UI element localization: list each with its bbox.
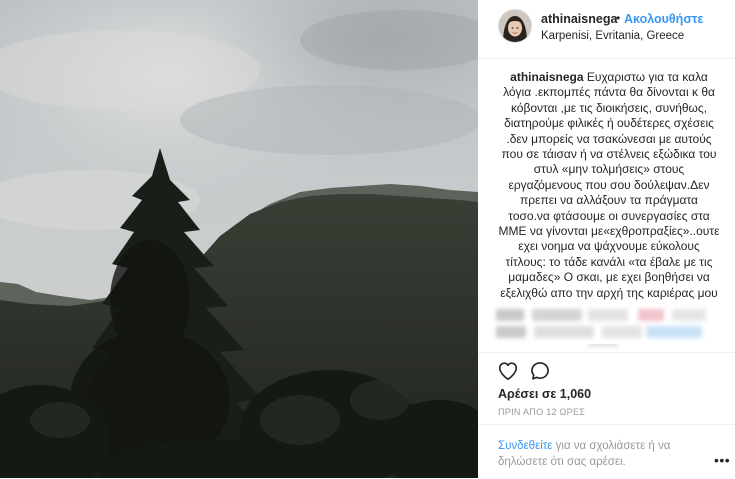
redacted-block [588, 344, 618, 347]
redacted-block [496, 309, 524, 321]
post-photo[interactable] [0, 0, 478, 478]
header-username[interactable]: athinaisnega [541, 12, 617, 26]
avatar[interactable] [498, 9, 532, 43]
follow-button[interactable]: Ακολουθήστε [624, 12, 703, 26]
post-caption: athinaisnega Ευχαριστω για τα καλα λόγια… [498, 70, 720, 302]
comment-bubble-icon[interactable] [529, 360, 551, 382]
login-prompt-text: Συνδεθείτε για να σχολιάσετε ή να δηλώσε… [498, 438, 703, 470]
redacted-block [672, 309, 706, 321]
landscape-image [0, 0, 478, 478]
avatar-image [499, 10, 531, 42]
post-side-panel: athinaisnega • Ακολουθήστε Karpenisi, Ev… [478, 0, 735, 478]
redacted-block [496, 326, 526, 338]
redacted-block [638, 309, 664, 321]
post-timestamp[interactable]: ΠΡΙΝ ΑΠΟ 12 ΩΡΕΣ [498, 407, 585, 417]
comments-more-cutoff [498, 344, 715, 352]
redacted-block [534, 326, 594, 338]
action-bar [478, 352, 735, 383]
login-prompt: Συνδεθείτε για να σχολιάσετε ή να δηλώσε… [478, 424, 735, 479]
redacted-comment [496, 309, 718, 323]
caption-username[interactable]: athinaisnega [510, 70, 583, 84]
separator-dot: • [616, 11, 621, 25]
redacted-comment [496, 326, 718, 340]
redacted-block [602, 326, 642, 338]
post-header: athinaisnega • Ακολουθήστε Karpenisi, Ev… [478, 0, 735, 59]
caption-text: Ευχαριστω για τα καλα λόγια .εκπομπές πά… [498, 70, 720, 302]
likes-count[interactable]: Αρέσει σε 1,060 [498, 387, 591, 401]
location-link[interactable]: Karpenisi, Evritania, Greece [541, 30, 684, 42]
redacted-block [532, 309, 582, 321]
like-heart-icon[interactable] [497, 360, 519, 382]
redacted-block [646, 326, 702, 338]
login-link[interactable]: Συνδεθείτε [498, 440, 552, 452]
instagram-post: athinaisnega • Ακολουθήστε Karpenisi, Ev… [0, 0, 735, 478]
more-options-icon[interactable]: ••• [714, 452, 730, 468]
redacted-block [588, 309, 628, 321]
